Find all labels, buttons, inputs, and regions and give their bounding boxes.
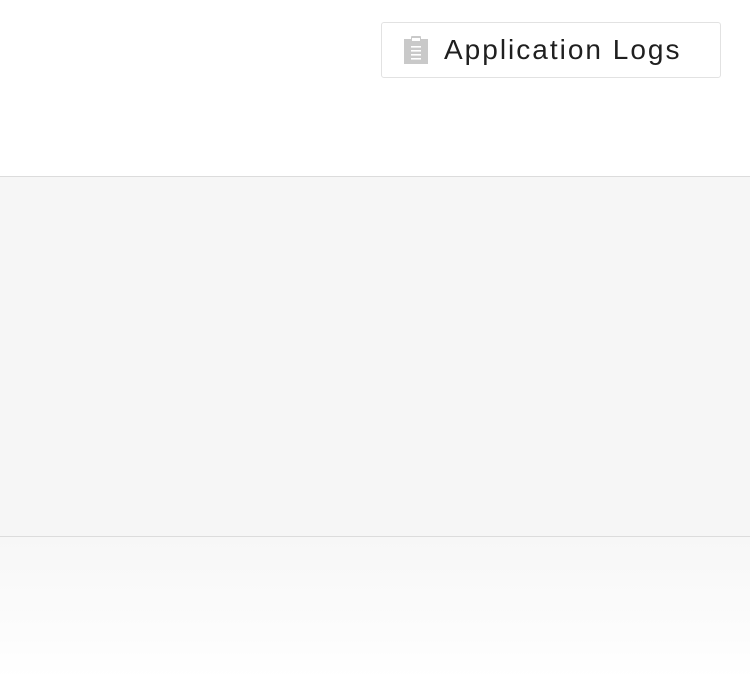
footer-area xyxy=(0,537,750,679)
content-area xyxy=(0,177,750,537)
header: Application Logs xyxy=(0,0,750,177)
clipboard-icon xyxy=(403,36,429,64)
page: Application Logs xyxy=(0,0,750,679)
application-logs-button[interactable]: Application Logs xyxy=(381,22,721,78)
application-logs-label: Application Logs xyxy=(444,34,682,65)
